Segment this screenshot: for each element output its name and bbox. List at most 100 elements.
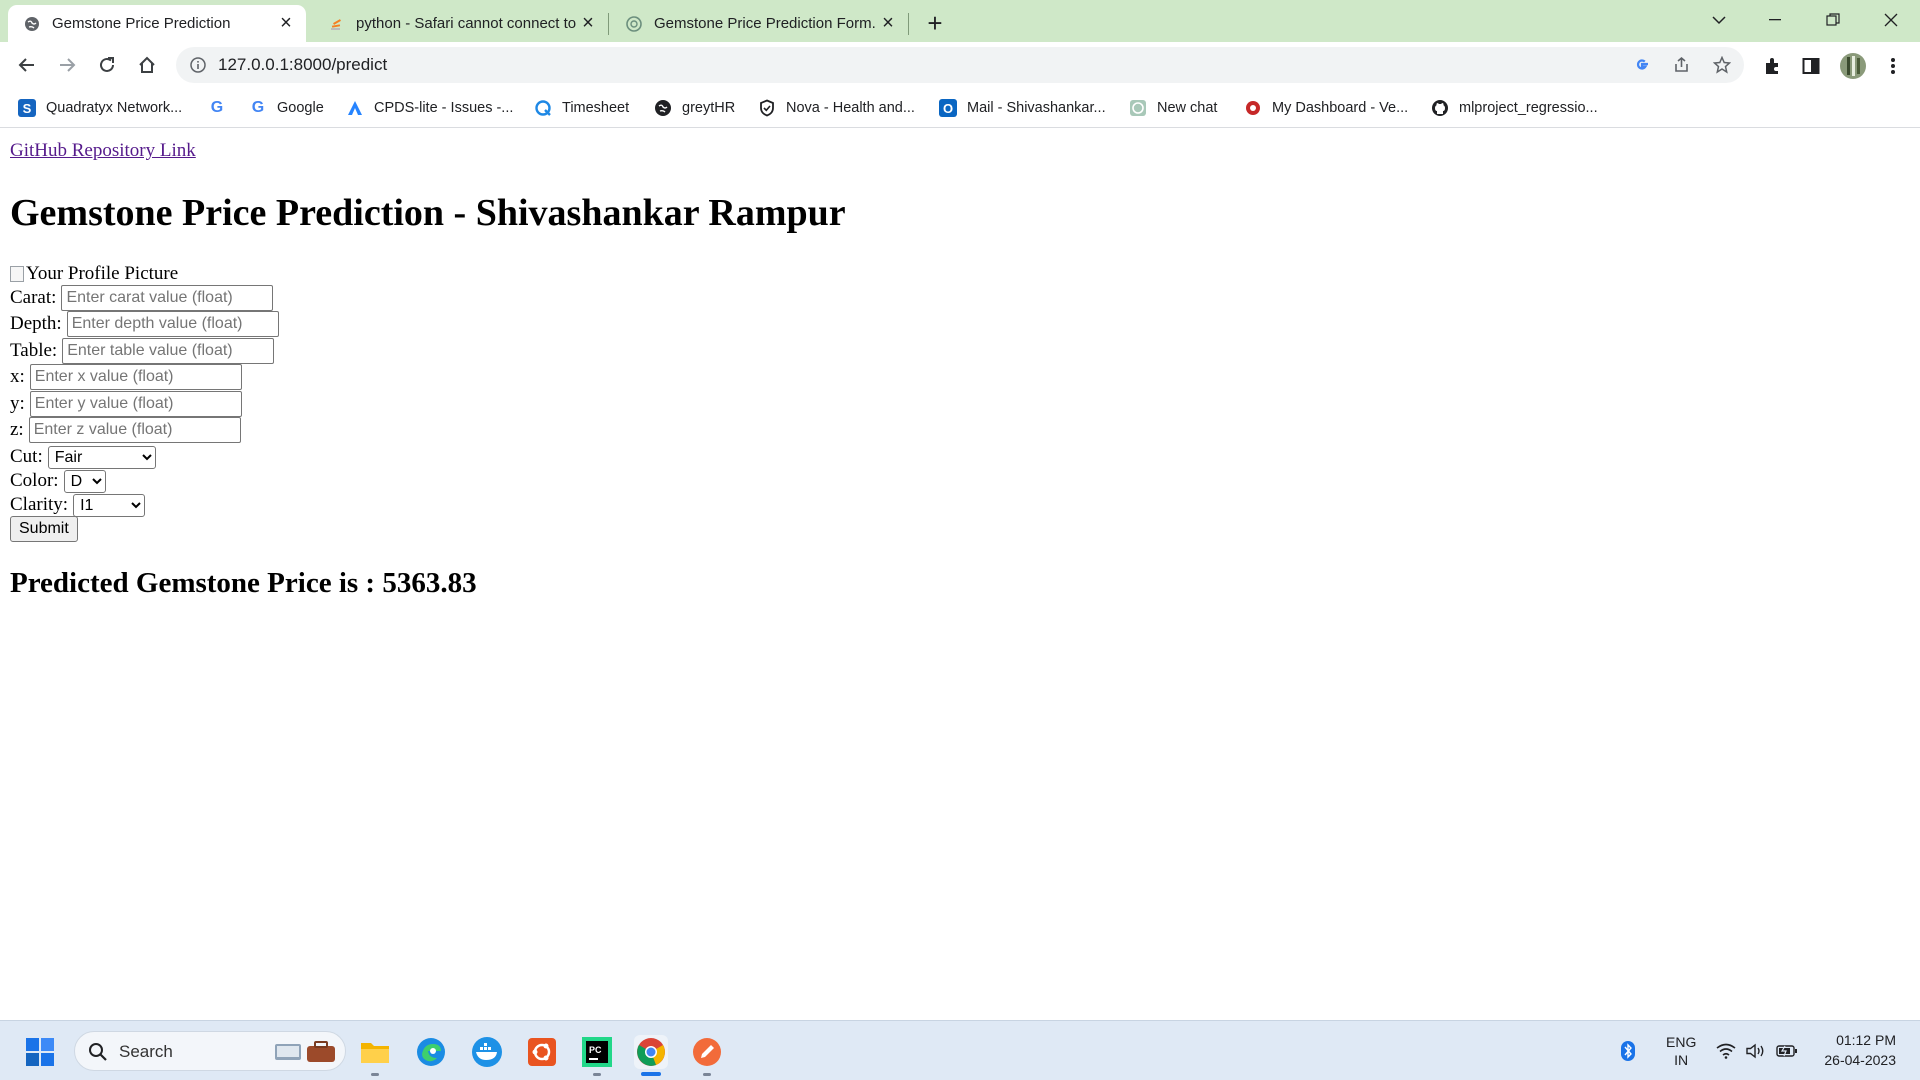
back-icon[interactable] (11, 49, 43, 81)
tab-gemstone-form[interactable]: Gemstone Price Prediction Form. × (610, 5, 908, 42)
y-input[interactable] (29, 391, 242, 417)
prediction-result: Predicted Gemstone Price is : 5363.83 (10, 567, 477, 599)
new-tab-button[interactable]: + (920, 8, 950, 38)
address-bar[interactable]: 127.0.0.1:8000/predict (176, 47, 1744, 83)
bookmark-label: Google (277, 100, 324, 116)
tab-stackoverflow[interactable]: python - Safari cannot connect to × (312, 5, 608, 42)
submit-button[interactable]: Submit (10, 516, 78, 542)
shield-icon (758, 99, 776, 117)
clarity-label: Clarity: (10, 494, 69, 515)
docker-icon[interactable] (470, 1035, 504, 1069)
volume-icon[interactable] (1746, 1021, 1766, 1080)
carat-label: Carat: (10, 287, 57, 308)
taskbar-search-box[interactable]: Search (74, 1031, 346, 1071)
carat-input[interactable] (61, 285, 274, 311)
profile-avatar-icon[interactable] (1838, 51, 1868, 81)
bookmark-star-icon[interactable] (1712, 55, 1732, 75)
bookmark-cpds-lite[interactable]: CPDS-lite - Issues -... (346, 96, 513, 120)
home-icon[interactable] (131, 49, 163, 81)
tab-gemstone-prediction[interactable]: Gemstone Price Prediction × (8, 5, 306, 42)
running-indicator (371, 1073, 379, 1076)
close-tab-icon[interactable]: × (274, 12, 298, 36)
cut-row: Cut: Fair (10, 444, 156, 470)
q-icon (534, 99, 552, 117)
z-input[interactable] (28, 417, 241, 443)
close-window-icon[interactable] (1868, 0, 1914, 40)
file-explorer-icon[interactable] (358, 1035, 392, 1069)
clarity-select[interactable]: I1 (73, 493, 146, 517)
x-label: x: (10, 366, 25, 387)
bookmark-my-dashboard[interactable]: My Dashboard - Ve... (1244, 96, 1408, 120)
x-input[interactable] (29, 364, 242, 390)
reload-icon[interactable] (91, 49, 123, 81)
bluetooth-icon[interactable] (1620, 1021, 1636, 1080)
tab-title: Gemstone Price Prediction (52, 15, 231, 32)
pycharm-icon[interactable]: PC (580, 1035, 614, 1069)
bookmark-google-blank[interactable]: G (208, 96, 236, 120)
input-language-indicator[interactable]: ENG IN (1666, 1021, 1696, 1080)
restore-icon[interactable] (1810, 0, 1856, 40)
z-row: z: (10, 417, 241, 443)
depth-row: Depth: (10, 311, 279, 337)
share-icon[interactable] (1672, 55, 1692, 75)
search-highlight-illustration (273, 1038, 339, 1066)
submit-row: Submit (10, 516, 78, 542)
tab-divider (908, 13, 909, 35)
depth-label: Depth: (10, 313, 62, 334)
chrome-menu-icon[interactable] (1882, 55, 1904, 77)
z-label: z: (10, 419, 24, 440)
forward-icon[interactable] (51, 49, 83, 81)
close-tab-icon[interactable]: × (876, 12, 900, 36)
globe-icon (24, 16, 40, 32)
side-panel-icon[interactable] (1800, 55, 1822, 77)
image-alt-text: Your Profile Picture (26, 263, 179, 284)
google-lens-icon[interactable] (1632, 55, 1652, 75)
battery-icon[interactable] (1776, 1021, 1798, 1080)
language-line2: IN (1674, 1052, 1689, 1068)
page-content: GitHub Repository Link Gemstone Price Pr… (0, 129, 1920, 1019)
bookmark-label: mlproject_regressio... (1459, 100, 1598, 116)
s-icon: S (18, 99, 36, 117)
bookmark-label: CPDS-lite - Issues -... (374, 100, 514, 116)
search-placeholder: Search (119, 1042, 173, 1061)
bookmark-mail[interactable]: O Mail - Shivashankar... (939, 96, 1106, 120)
bookmark-quadratyx[interactable]: S Quadratyx Network... (18, 96, 182, 120)
bookmark-label: Quadratyx Network... (46, 100, 183, 116)
chrome-icon[interactable] (634, 1035, 668, 1069)
pen-app-icon[interactable] (690, 1035, 724, 1069)
tab-search-chevron-icon[interactable] (1696, 0, 1742, 40)
bookmark-new-chat[interactable]: New chat (1129, 96, 1217, 120)
github-repository-link[interactable]: GitHub Repository Link (10, 140, 196, 162)
clock-date: 26-04-2023 (1824, 1052, 1896, 1068)
system-clock[interactable]: 01:12 PM 26-04-2023 (1824, 1030, 1896, 1070)
table-input[interactable] (62, 338, 275, 364)
bookmark-greythr[interactable]: greytHR (654, 96, 735, 120)
wifi-icon[interactable] (1716, 1021, 1736, 1080)
close-tab-icon[interactable]: × (576, 12, 600, 36)
bookmark-nova[interactable]: Nova - Health and... (758, 96, 915, 120)
profile-picture: Your Profile Picture (10, 263, 178, 285)
edge-icon[interactable] (414, 1035, 448, 1069)
url-text[interactable]: 127.0.0.1:8000/predict (218, 55, 387, 75)
outlook-icon: O (939, 99, 957, 117)
bookmark-timesheet[interactable]: Timesheet (534, 96, 629, 120)
globe-icon (654, 99, 672, 117)
ubuntu-icon[interactable] (525, 1035, 559, 1069)
windows-start-icon[interactable] (23, 1035, 57, 1069)
table-row: Table: (10, 338, 275, 364)
dashboard-icon (1244, 99, 1262, 117)
depth-input[interactable] (66, 311, 279, 337)
bookmark-google[interactable]: G Google (249, 96, 324, 120)
y-label: y: (10, 393, 25, 414)
running-indicator (703, 1073, 711, 1076)
minimize-icon[interactable] (1752, 0, 1798, 40)
site-info-icon[interactable] (188, 55, 208, 75)
color-label: Color: (10, 470, 59, 491)
extensions-icon[interactable] (1762, 55, 1784, 77)
chatgpt-icon (626, 15, 642, 32)
tab-strip: Gemstone Price Prediction × python - Saf… (0, 0, 1920, 42)
cut-select[interactable]: Fair (47, 445, 156, 469)
color-select[interactable]: D (63, 469, 106, 493)
broken-image-icon (10, 266, 24, 282)
bookmark-mlproject[interactable]: mlproject_regressio... (1431, 96, 1598, 120)
